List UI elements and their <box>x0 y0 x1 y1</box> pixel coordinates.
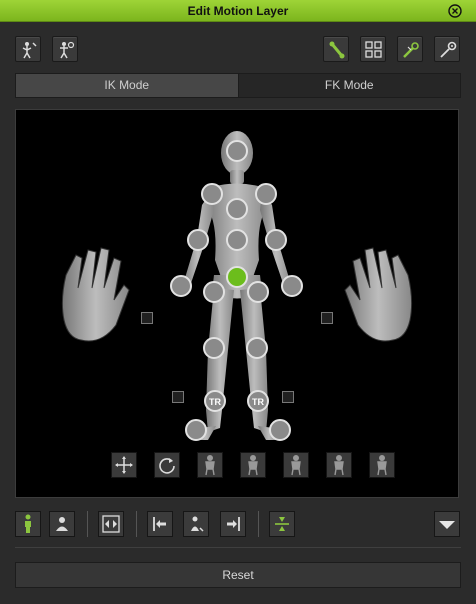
settings-icon <box>440 41 457 58</box>
mode-switch: IK Mode FK Mode <box>15 73 461 98</box>
grid-icon <box>365 41 382 58</box>
character-pose-icon <box>22 42 37 59</box>
joint-left-knee[interactable] <box>203 337 225 359</box>
align-left-button[interactable] <box>147 511 173 537</box>
align-right-button[interactable] <box>220 511 246 537</box>
center-body-button[interactable] <box>183 511 209 537</box>
full-body-icon <box>25 514 31 533</box>
grid-button[interactable] <box>360 36 386 62</box>
head-body-button[interactable] <box>49 511 75 537</box>
toolbar-separator <box>87 511 88 537</box>
joint-left-toe[interactable] <box>185 419 207 441</box>
lock-icon[interactable] <box>282 391 294 403</box>
joint-right-wrist[interactable] <box>281 275 303 297</box>
bone-pick-icon <box>329 41 345 59</box>
body-figure: TR TR <box>61 131 413 441</box>
body-lock-button[interactable] <box>283 452 309 478</box>
joint-right-shoulder[interactable] <box>255 183 277 205</box>
center-body-icon <box>191 516 204 532</box>
align-left-icon <box>153 517 166 531</box>
full-body-button[interactable] <box>15 511 41 537</box>
joint-left-ankle-label: TR <box>209 397 221 407</box>
compress-button[interactable] <box>269 511 295 537</box>
lock-icon[interactable] <box>321 312 333 324</box>
joint-right-knee[interactable] <box>246 337 268 359</box>
body-lock-icon <box>205 455 215 476</box>
tab-fk-mode[interactable]: FK Mode <box>237 74 460 97</box>
title-bar: Edit Motion Layer <box>0 0 476 22</box>
body-lock-button[interactable] <box>240 452 266 478</box>
joint-left-elbow[interactable] <box>187 229 209 251</box>
reset-button[interactable]: Reset <box>15 562 461 588</box>
joint-head[interactable] <box>226 140 248 162</box>
toolbar-separator <box>258 511 259 537</box>
toolbar-separator <box>136 511 137 537</box>
tab-ik-mode[interactable]: IK Mode <box>16 74 238 97</box>
move-icon <box>115 456 133 474</box>
pose-character-button[interactable] <box>15 36 41 62</box>
rotate-icon <box>159 458 175 474</box>
body-lock-icon <box>248 455 258 476</box>
body-lock-icon <box>377 455 387 476</box>
more-options-button[interactable] <box>434 511 460 537</box>
bone-pick-button[interactable] <box>323 36 349 62</box>
joint-right-elbow[interactable] <box>265 229 287 251</box>
divider <box>15 547 461 548</box>
settings-button[interactable] <box>434 36 460 62</box>
effector-pick-button[interactable] <box>397 36 423 62</box>
reset-character-button[interactable] <box>52 36 78 62</box>
move-button[interactable] <box>111 452 137 478</box>
body-lock-button[interactable] <box>326 452 352 478</box>
joint-chest[interactable] <box>226 198 248 220</box>
joint-right-toe[interactable] <box>269 419 291 441</box>
window-title: Edit Motion Layer <box>187 4 289 18</box>
body-lock-icon <box>334 455 344 476</box>
joint-left-hip[interactable] <box>203 281 225 303</box>
effector-pick-icon <box>403 42 419 58</box>
joint-left-shoulder[interactable] <box>201 183 223 205</box>
align-right-icon <box>227 517 240 531</box>
mirror-icon <box>102 515 120 533</box>
joint-spine[interactable] <box>226 229 248 251</box>
body-picker-stage: TR TR <box>15 109 459 498</box>
close-icon[interactable] <box>448 4 462 18</box>
joint-right-hip[interactable] <box>247 281 269 303</box>
mirror-button[interactable] <box>98 511 124 537</box>
body-lock-button[interactable] <box>369 452 395 478</box>
lock-icon[interactable] <box>141 312 153 324</box>
body-lock-button[interactable] <box>197 452 223 478</box>
rotate-button[interactable] <box>154 452 180 478</box>
joint-right-ankle-label: TR <box>252 397 264 407</box>
compress-icon <box>275 517 289 531</box>
head-body-icon <box>56 517 68 531</box>
joint-pelvis[interactable] <box>226 266 248 288</box>
character-reset-icon <box>60 41 75 59</box>
body-lock-icon <box>291 455 301 476</box>
lock-icon[interactable] <box>172 391 184 403</box>
joint-left-wrist[interactable] <box>170 275 192 297</box>
dropdown-arrow-icon <box>439 521 455 529</box>
